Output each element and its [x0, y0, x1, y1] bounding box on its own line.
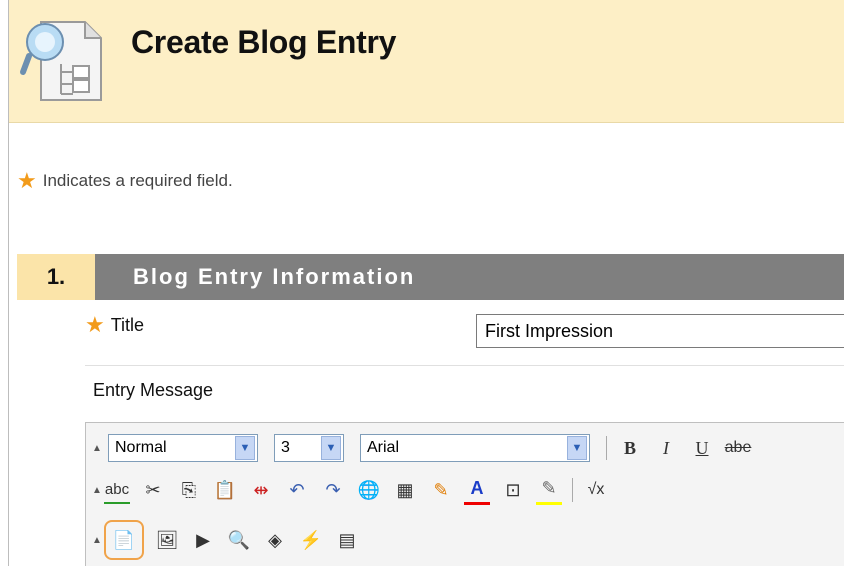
redo-icon[interactable]: ↷ — [320, 477, 346, 503]
embed-media-icon[interactable]: ⊡ — [500, 477, 526, 503]
section-title: Blog Entry Information — [133, 264, 416, 289]
paste-icon[interactable]: 📋 — [212, 477, 238, 503]
page-title: Create Blog Entry — [131, 24, 397, 60]
attach-file-button[interactable]: 📄 — [104, 520, 144, 560]
font-select[interactable]: Arial ▼ — [360, 434, 590, 462]
entry-message-label: Entry Message — [93, 380, 214, 400]
collapse-row-icon[interactable]: ▲ — [90, 443, 104, 454]
section-header: 1. Blog Entry Information — [17, 254, 844, 300]
title-input[interactable] — [476, 314, 844, 348]
font-select-value: Arial — [367, 439, 400, 456]
more-options-icon[interactable]: ▤ — [334, 527, 360, 553]
cut-icon[interactable]: ✂ — [140, 477, 166, 503]
page-header: Create Blog Entry — [9, 0, 844, 123]
insert-media-icon[interactable]: ▶ — [190, 527, 216, 553]
spellcheck-button[interactable]: abc — [104, 476, 130, 504]
title-label: ★ Title — [85, 314, 144, 336]
undo-icon[interactable]: ↶ — [284, 477, 310, 503]
page-frame: Create Blog Entry ★ Indicates a required… — [8, 0, 844, 566]
insert-link-icon[interactable]: 🌐 — [356, 477, 382, 503]
toolbar-row-3: ▲ 📄 🖼 ▶ 🔍 ◈ ⚡ ▤ — [86, 520, 370, 560]
field-divider — [85, 365, 844, 366]
chevron-down-icon: ▼ — [321, 436, 341, 460]
underline-button[interactable]: U — [689, 435, 715, 461]
toolbar-row-1: ▲ Normal ▼ 3 ▼ Arial ▼ B I U abe — [86, 429, 761, 467]
chevron-down-icon: ▼ — [235, 436, 255, 460]
rich-text-editor: ▲ Normal ▼ 3 ▼ Arial ▼ B I U abe ▲ abc ✂… — [85, 422, 844, 566]
italic-button[interactable]: I — [653, 435, 679, 461]
required-star-icon: ★ — [17, 168, 37, 193]
font-color-button[interactable]: A — [464, 476, 490, 505]
format-select[interactable]: Normal ▼ — [108, 434, 258, 462]
table-icon[interactable]: ▦ — [392, 477, 418, 503]
bold-button[interactable]: B — [617, 435, 643, 461]
attach-file-icon: 📄 — [112, 529, 136, 550]
required-field-note: ★ Indicates a required field. — [17, 170, 233, 192]
remove-link-icon[interactable]: ⇹ — [248, 477, 274, 503]
insert-image-icon[interactable]: 🖼 — [154, 527, 180, 553]
section-number: 1. — [17, 254, 95, 300]
required-note-text: Indicates a required field. — [42, 171, 233, 190]
toolbar-row-2: ▲ abc ✂ ⎘ 📋 ⇹ ↶ ↷ 🌐 ▦ ✎ A ⊡ ✎ √x — [86, 471, 619, 509]
required-star-icon: ★ — [85, 312, 105, 337]
copy-icon[interactable]: ⎘ — [176, 477, 202, 503]
highlight-color-icon[interactable]: ✎ — [536, 476, 562, 505]
pencil-icon[interactable]: ✎ — [428, 477, 454, 503]
title-label-text: Title — [110, 314, 145, 335]
size-select[interactable]: 3 ▼ — [274, 434, 344, 462]
strikethrough-button[interactable]: abe — [725, 435, 752, 461]
size-select-value: 3 — [281, 439, 290, 456]
section-bar: Blog Entry Information — [95, 254, 844, 300]
toolbar-separator — [606, 436, 607, 460]
chevron-down-icon: ▼ — [567, 436, 587, 460]
math-editor-button[interactable]: √x — [583, 477, 609, 503]
preview-icon[interactable]: 🔍 — [226, 527, 252, 553]
collapse-row-icon[interactable]: ▲ — [90, 535, 104, 546]
mashup-icon[interactable]: ◈ — [262, 527, 288, 553]
title-field-row: ★ Title — [85, 310, 844, 360]
collapse-row-icon[interactable]: ▲ — [90, 485, 104, 496]
flash-icon[interactable]: ⚡ — [298, 527, 324, 553]
toolbar-separator — [572, 478, 573, 502]
blog-entry-icon — [20, 21, 102, 101]
format-select-value: Normal — [115, 439, 167, 456]
